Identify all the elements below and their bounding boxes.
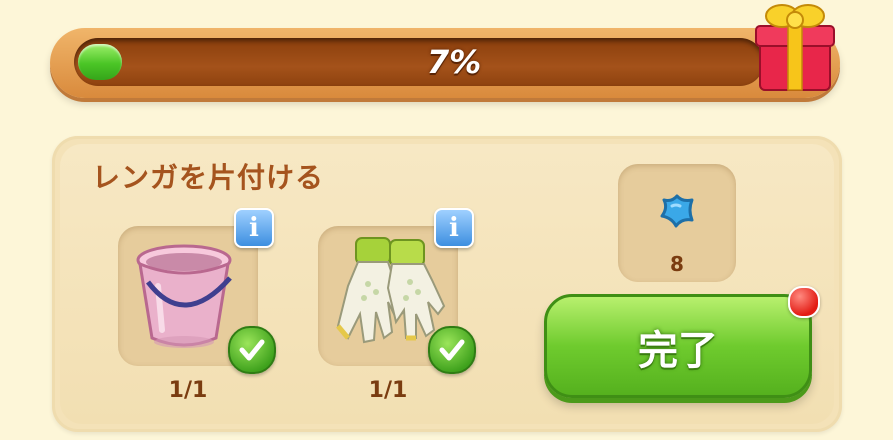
checkmark-icon xyxy=(228,326,276,374)
gift-box-icon[interactable] xyxy=(752,0,836,96)
checkmark-icon xyxy=(428,326,476,374)
blue-star-icon xyxy=(660,194,694,228)
info-button[interactable]: i xyxy=(234,208,274,248)
progress-percent: 7% xyxy=(426,43,482,81)
task-title: レンガを片付ける xyxy=(92,161,325,194)
item-count: 1/1 xyxy=(368,378,408,403)
info-button[interactable]: i xyxy=(434,208,474,248)
reward-count: 8 xyxy=(670,252,684,276)
notification-dot xyxy=(788,286,820,318)
complete-button-label: 完了 xyxy=(638,328,718,374)
item-count: 1/1 xyxy=(168,378,208,403)
